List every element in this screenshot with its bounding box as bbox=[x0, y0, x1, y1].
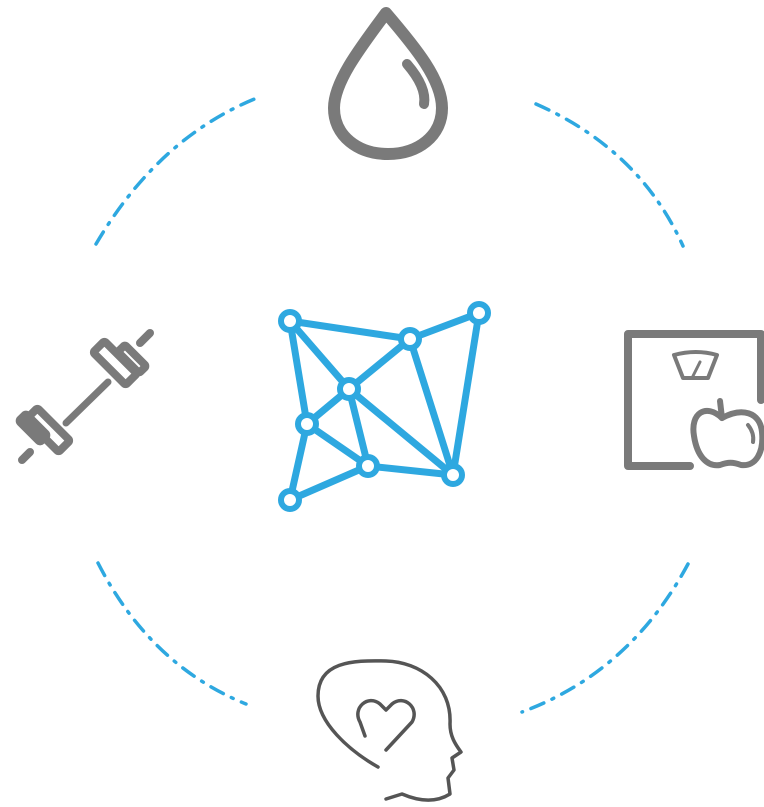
head-with-heart-icon bbox=[316, 659, 463, 802]
water-drop-icon bbox=[328, 7, 448, 160]
dumbbell-plate-top-inner bbox=[114, 341, 150, 377]
network-node bbox=[398, 327, 422, 351]
network-node bbox=[467, 301, 491, 325]
orbit-arc-top-right bbox=[534, 102, 685, 248]
network-node bbox=[278, 309, 302, 333]
network-node bbox=[356, 454, 380, 478]
dumbbell-bar bbox=[62, 378, 112, 427]
orbit-ring bbox=[94, 94, 690, 714]
orbit-arc-bottom-right bbox=[520, 562, 690, 714]
diagram-canvas bbox=[15, 7, 764, 802]
orbit-arc-bottom-left bbox=[96, 561, 248, 706]
network-node bbox=[295, 412, 319, 436]
scale-with-apple-icon bbox=[624, 330, 764, 470]
network-graph-icon bbox=[278, 301, 491, 512]
network-node bbox=[278, 488, 302, 512]
network-node bbox=[337, 377, 361, 401]
dumbbell-icon bbox=[15, 329, 154, 464]
network-node bbox=[441, 463, 465, 487]
health-diagram bbox=[0, 0, 764, 807]
orbit-arc-top-left bbox=[94, 94, 264, 246]
